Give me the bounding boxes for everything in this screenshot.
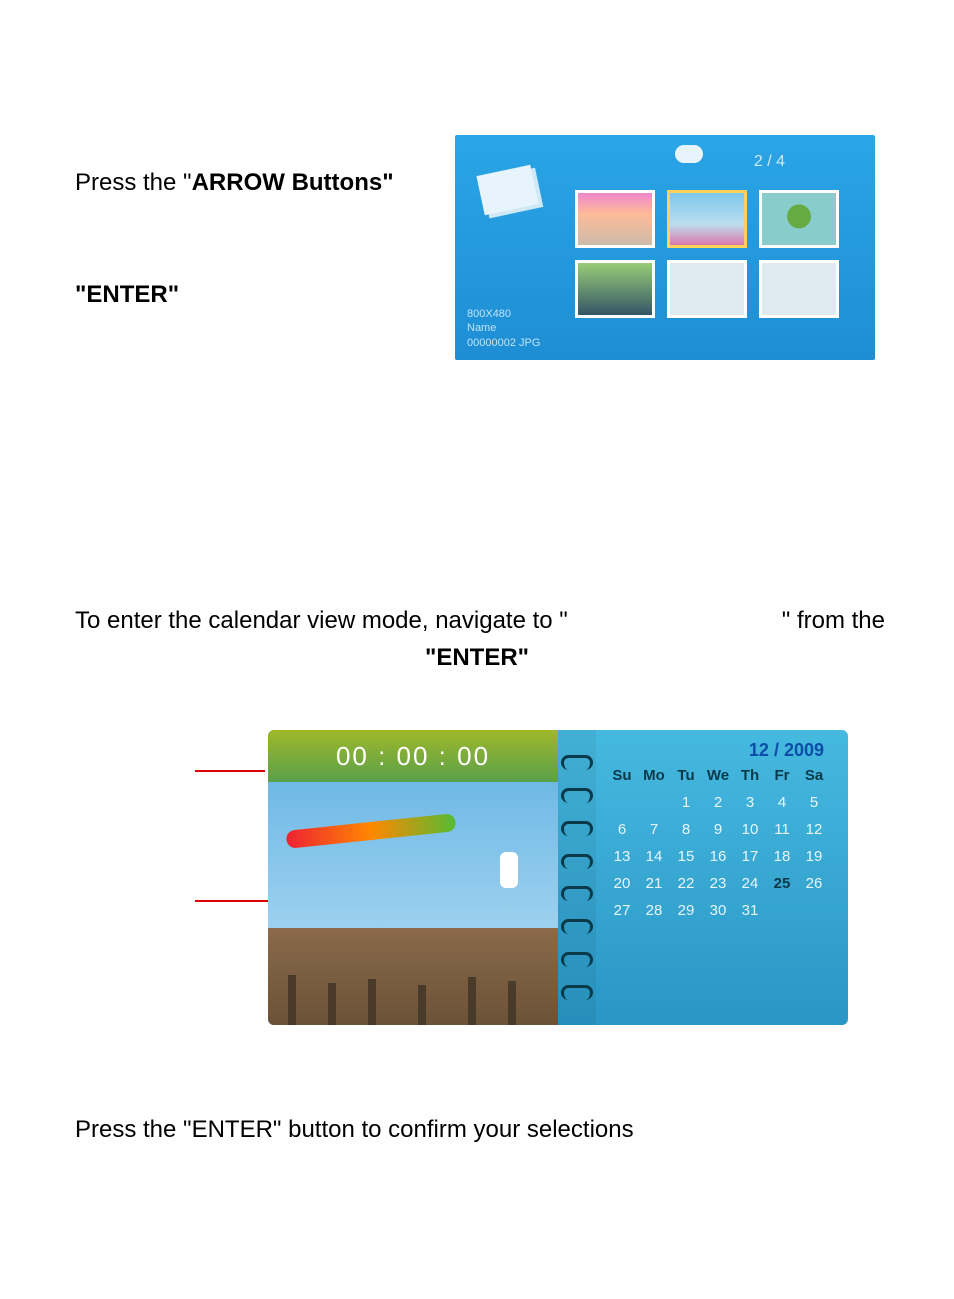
- instruction-enter-1: "ENTER": [75, 277, 179, 313]
- calendar-month-year: 12 / 2009: [606, 740, 830, 761]
- meta-resolution: 800X480: [467, 307, 540, 321]
- calendar-day-cell: 24: [734, 875, 766, 892]
- calendar-day-header: We: [702, 767, 734, 784]
- calendar-day-header: Fr: [766, 767, 798, 784]
- calendar-day-cell: [638, 794, 670, 811]
- calendar-day-cell: 18: [766, 848, 798, 865]
- calendar-day-cell: 30: [702, 902, 734, 919]
- calendar-right-pane: 12 / 2009 SuMoTuWeThFrSa1234567891011121…: [596, 730, 848, 1025]
- calendar-day-cell: [766, 902, 798, 919]
- calendar-day-header: Mo: [638, 767, 670, 784]
- notebook-spine: [558, 730, 596, 1025]
- calendar-day-cell: 21: [638, 875, 670, 892]
- instruction-calendar: To enter the calendar view mode, navigat…: [75, 603, 885, 639]
- thumbnail-metadata: 800X480 Name 00000002 JPG: [467, 307, 540, 350]
- calendar-day-cell: 28: [638, 902, 670, 919]
- calendar-day-cell: 12: [798, 821, 830, 838]
- calendar-day-cell: 25: [766, 875, 798, 892]
- text: To enter the calendar view mode, navigat…: [75, 607, 568, 634]
- calendar-day-cell: 6: [606, 821, 638, 838]
- calendar-day-cell: 26: [798, 875, 830, 892]
- thumbnail-empty: [759, 260, 839, 318]
- calendar-day-header: Tu: [670, 767, 702, 784]
- calendar-day-cell: 5: [798, 794, 830, 811]
- calendar-day-cell: [798, 902, 830, 919]
- calendar-day-header: Su: [606, 767, 638, 784]
- calendar-day-cell: 8: [670, 821, 702, 838]
- thumbnail-browser-figure: 2 / 4 800X480 Name 00000002 JPG: [455, 135, 875, 360]
- thumbnail-selected: [667, 190, 747, 248]
- thumbnail: [759, 190, 839, 248]
- cloud-icon: [675, 145, 703, 163]
- calendar-day-cell: 3: [734, 794, 766, 811]
- thumbnail: [575, 260, 655, 318]
- calendar-day-header: Th: [734, 767, 766, 784]
- meta-name-label: Name: [467, 321, 540, 335]
- calendar-day-header: Sa: [798, 767, 830, 784]
- calendar-day-cell: 1: [670, 794, 702, 811]
- thumbnail-counter: 2 / 4: [754, 153, 785, 171]
- slideshow-photo: [268, 782, 558, 1025]
- instruction-arrow-buttons: Press the "ARROW Buttons": [75, 165, 394, 201]
- calendar-grid: SuMoTuWeThFrSa12345678910111213141516171…: [606, 767, 830, 919]
- calendar-day-cell: 31: [734, 902, 766, 919]
- meta-filename: 00000002 JPG: [467, 336, 540, 350]
- calendar-day-cell: [606, 794, 638, 811]
- calendar-day-cell: 22: [670, 875, 702, 892]
- calendar-day-cell: 17: [734, 848, 766, 865]
- text: " from the: [782, 603, 885, 639]
- instruction-enter-2: "ENTER": [0, 640, 954, 676]
- thumbnail: [575, 190, 655, 248]
- calendar-day-cell: 15: [670, 848, 702, 865]
- thumbnail-empty: [667, 260, 747, 318]
- calendar-day-cell: 14: [638, 848, 670, 865]
- calendar-day-cell: 9: [702, 821, 734, 838]
- calendar-day-cell: 29: [670, 902, 702, 919]
- calendar-view-figure: 00 : 00 : 00 12 / 2009 SuMoTuWeThFrSa 1: [268, 730, 848, 1025]
- calendar-day-cell: 2: [702, 794, 734, 811]
- calendar-day-cell: 16: [702, 848, 734, 865]
- calendar-day-cell: 20: [606, 875, 638, 892]
- calendar-left-pane: 00 : 00 : 00: [268, 730, 558, 1025]
- indicator-line-time: [195, 770, 265, 772]
- calendar-day-cell: 19: [798, 848, 830, 865]
- calendar-day-cell: 23: [702, 875, 734, 892]
- photos-stack-icon: [476, 165, 538, 216]
- text: Press the ": [75, 169, 192, 196]
- instruction-confirm: Press the "ENTER" button to confirm your…: [75, 1112, 634, 1148]
- thumbnail-grid: [575, 190, 839, 318]
- calendar-day-cell: 13: [606, 848, 638, 865]
- calendar-day-cell: 7: [638, 821, 670, 838]
- calendar-day-cell: 10: [734, 821, 766, 838]
- calendar-day-cell: 4: [766, 794, 798, 811]
- clock-display: 00 : 00 : 00: [268, 730, 558, 782]
- calendar-day-cell: 27: [606, 902, 638, 919]
- calendar-day-cell: 11: [766, 821, 798, 838]
- text-bold: ARROW Buttons": [192, 169, 394, 196]
